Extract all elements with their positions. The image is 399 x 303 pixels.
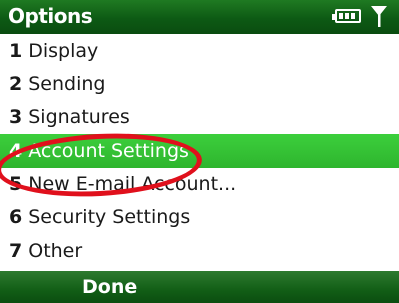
title-bar: Options [0,0,399,34]
menu-item-number: 2 [9,73,23,95]
menu-item-other[interactable]: 7 Other [0,234,399,268]
softkey-bar: Done [0,271,399,303]
menu-item-number: 7 [9,240,23,262]
menu-item-number: 1 [9,40,23,62]
menu-item-label: Signatures [28,106,130,128]
menu-item-label: Other [28,240,83,262]
menu-item-number: 6 [9,206,23,228]
menu-item-label: Display [28,40,99,62]
menu-item-display[interactable]: 1 Display [0,34,399,68]
signal-icon [371,6,387,27]
menu-item-label: Sending [28,73,106,95]
menu-item-label: Security Settings [28,206,191,228]
done-softkey[interactable]: Done [82,276,137,298]
page-title: Options [8,4,93,28]
menu-item-sending[interactable]: 2 Sending [0,67,399,101]
menu-item-security-settings[interactable]: 6 Security Settings [0,200,399,234]
menu-item-number: 3 [9,106,23,128]
battery-icon [332,9,361,23]
menu-item-signatures[interactable]: 3 Signatures [0,100,399,134]
